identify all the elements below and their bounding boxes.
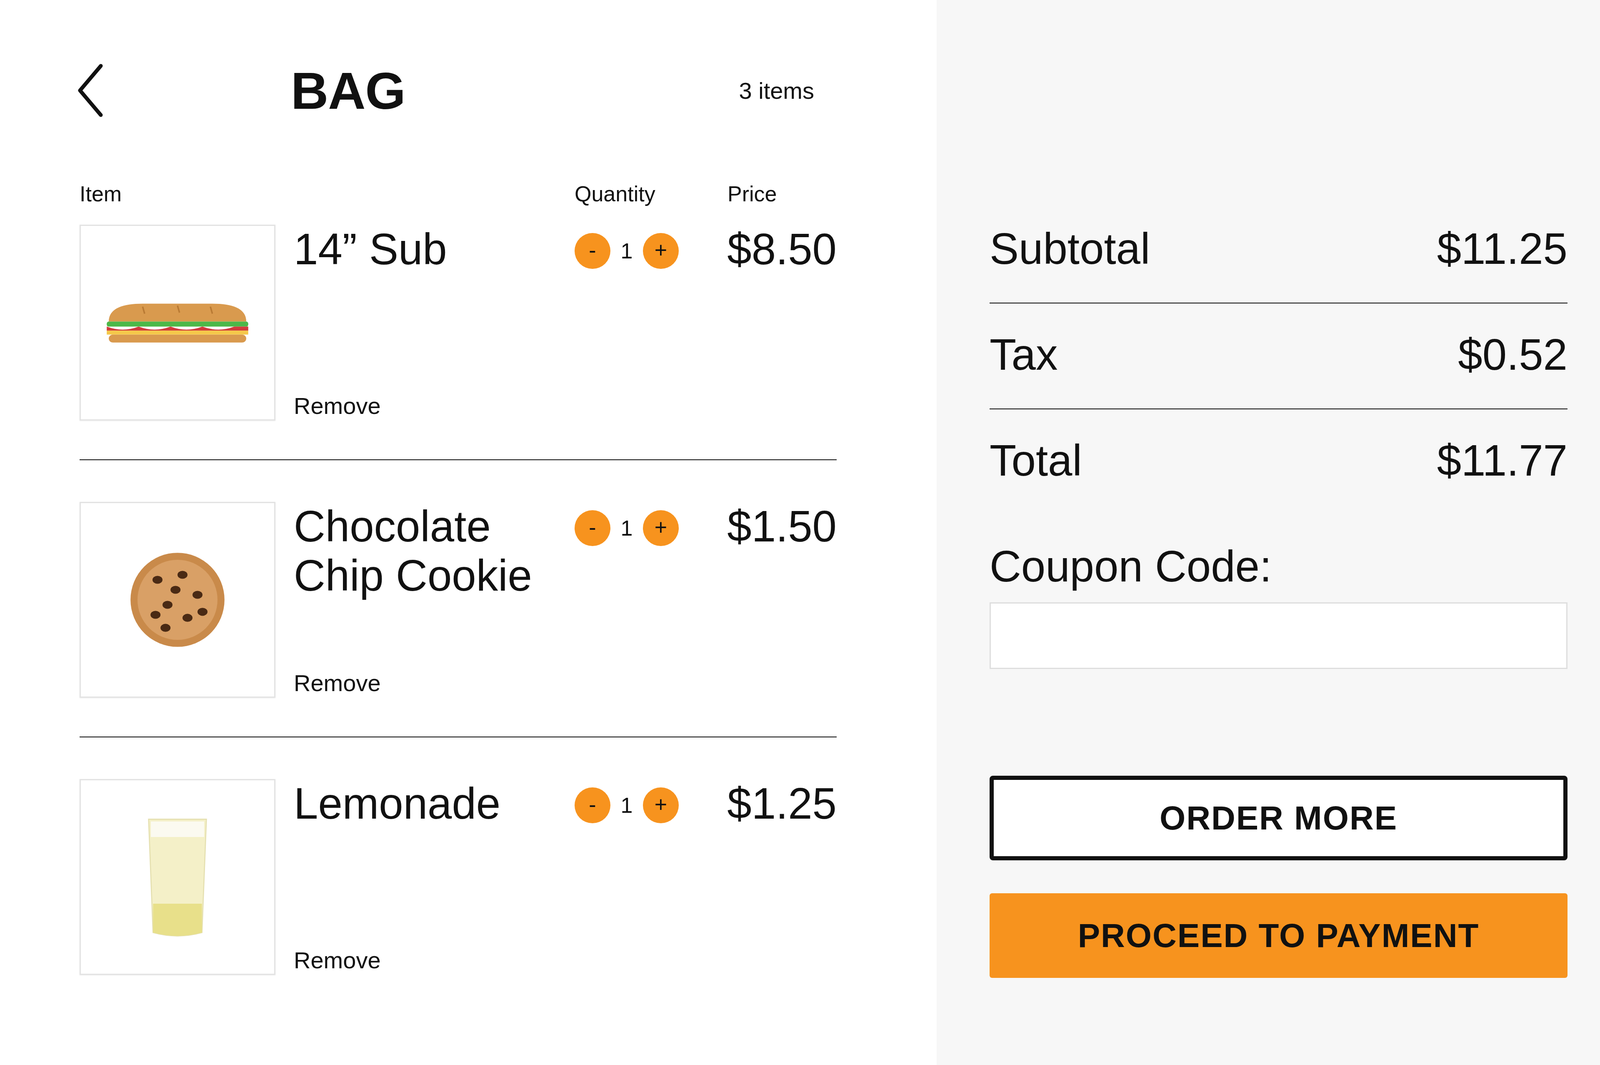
remove-button[interactable]: Remove: [293, 391, 381, 420]
item-name: 14” Sub: [293, 224, 557, 274]
bag-title: BAG: [290, 64, 406, 117]
quantity-value: 1: [610, 515, 643, 541]
summary-row: Subtotal $11.25: [989, 197, 1568, 304]
back-button[interactable]: [76, 63, 291, 118]
column-label: Item: [79, 179, 276, 208]
item-count: 3 items: [739, 77, 815, 105]
summary-value: $0.52: [1457, 328, 1568, 381]
remove-button[interactable]: Remove: [293, 945, 381, 974]
item-image: [79, 778, 276, 975]
summary-panel: Subtotal $11.25 Tax $0.52 Total $11.77 Coupon …: [936, 0, 1600, 1065]
order-more-button[interactable]: ORDER MORE: [989, 775, 1568, 860]
column-header: Item Quantity Price: [79, 179, 837, 208]
back-chevron-icon: [76, 63, 106, 118]
coupon-input[interactable]: [989, 602, 1568, 669]
summary-value: $11.77: [1437, 434, 1568, 487]
quantity-value: 1: [610, 792, 643, 818]
decrement-button[interactable]: -: [574, 232, 611, 269]
bag-item-row: 14” Sub Remove -1+ $8.50: [79, 207, 837, 460]
item-image: [79, 224, 276, 421]
increment-button[interactable]: +: [642, 510, 679, 546]
item-name: Lemonade: [293, 778, 557, 828]
item-price: $8.50: [697, 224, 837, 274]
quantity-stepper: -1+: [574, 232, 679, 269]
sub-sandwich-icon: [102, 299, 253, 346]
summary-row: Tax $0.52: [989, 303, 1568, 410]
item-price: $1.50: [697, 501, 837, 551]
bag-item-row: Chocolate Chip Cookie Remove -1+ $1.50: [79, 460, 837, 738]
item-price: $1.25: [697, 778, 837, 828]
column-label: Quantity: [574, 179, 679, 208]
proceed-to-payment-button[interactable]: PROCEED TO PAYMENT: [989, 892, 1568, 978]
bag-header: BAG 3 items: [79, 63, 837, 118]
item-info: Lemonade Remove: [293, 778, 557, 975]
summary-label: Tax: [989, 328, 1058, 381]
decrement-button[interactable]: -: [574, 787, 611, 823]
coupon-label: Coupon Code:: [989, 540, 1568, 593]
quantity-stepper: -1+: [574, 510, 679, 546]
item-info: Chocolate Chip Cookie Remove: [293, 501, 557, 698]
item-name: Chocolate Chip Cookie: [293, 501, 557, 600]
bag-item-row: Lemonade Remove -1+ $1.25: [79, 737, 837, 975]
bag-page: BAG 3 items Item Quantity Price 14” Sub Remove…: [0, 0, 1600, 1065]
increment-button[interactable]: +: [642, 787, 679, 823]
increment-button[interactable]: +: [642, 232, 679, 269]
quantity-stepper: -1+: [574, 787, 679, 823]
bag-panel: BAG 3 items Item Quantity Price 14” Sub Remove…: [0, 0, 937, 1065]
cookie-icon: [127, 549, 228, 650]
remove-button[interactable]: Remove: [293, 668, 381, 697]
summary-row: Total $11.77: [989, 409, 1568, 515]
summary-value: $11.25: [1437, 222, 1568, 275]
lemonade-cup-icon: [144, 814, 211, 940]
summary-label: Total: [989, 434, 1083, 487]
quantity-value: 1: [610, 238, 643, 264]
column-label: Price: [697, 179, 837, 208]
decrement-button[interactable]: -: [574, 510, 611, 546]
item-info: 14” Sub Remove: [293, 224, 557, 421]
item-image: [79, 501, 276, 698]
summary-label: Subtotal: [989, 222, 1150, 275]
